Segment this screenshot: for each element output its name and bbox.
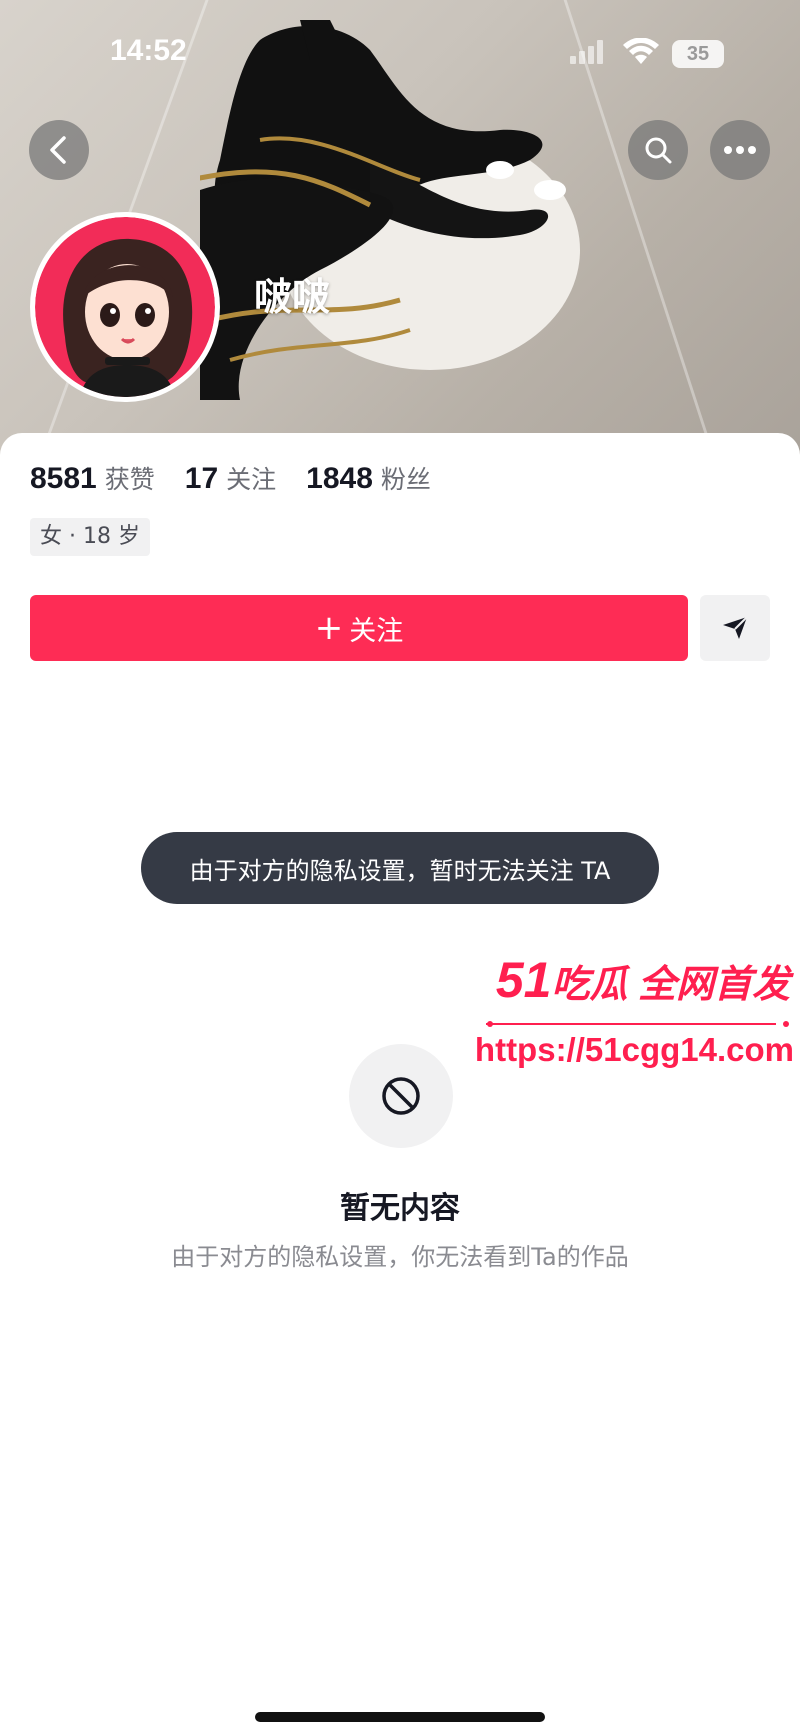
watermark: 51吃瓜 全网首发 https://51cgg14.com bbox=[475, 951, 800, 1091]
cover-image: 14:52 35 啵啵 bbox=[0, 0, 800, 470]
send-icon bbox=[723, 616, 748, 639]
profile-screen: 14:52 35 啵啵 8581 获赞 17 关注 1848 粉丝 女 · 18… bbox=[0, 0, 800, 1736]
follow-button[interactable]: + 关注 bbox=[30, 595, 688, 661]
avatar-illustration bbox=[35, 217, 215, 397]
empty-state-description: 由于对方的隐私设置，你无法看到Ta的作品 bbox=[171, 1243, 629, 1271]
more-dots-icon bbox=[724, 146, 756, 154]
avatar[interactable] bbox=[30, 212, 220, 402]
stat-following[interactable]: 17 关注 bbox=[185, 460, 276, 496]
plus-icon: + bbox=[314, 608, 344, 648]
wifi-icon bbox=[623, 38, 659, 64]
status-time: 14:52 bbox=[110, 34, 187, 67]
watermark-prefix: 51 bbox=[495, 952, 552, 1008]
stat-value: 1848 bbox=[306, 462, 373, 495]
watermark-title-text: 吃瓜 全网首发 bbox=[551, 964, 790, 1006]
chevron-left-icon bbox=[50, 136, 66, 164]
status-bar: 14:52 35 bbox=[0, 0, 800, 100]
prohibited-icon bbox=[382, 1077, 420, 1115]
home-indicator[interactable] bbox=[255, 1712, 545, 1722]
stat-label: 粉丝 bbox=[380, 465, 431, 494]
search-button[interactable] bbox=[628, 120, 688, 180]
stat-value: 17 bbox=[184, 462, 219, 495]
battery-indicator: 35 bbox=[672, 40, 724, 68]
more-button[interactable] bbox=[710, 120, 770, 180]
empty-state-icon-wrap bbox=[349, 1044, 453, 1148]
watermark-divider bbox=[486, 1021, 789, 1027]
stats-row: 8581 获赞 17 关注 1848 粉丝 bbox=[30, 460, 461, 496]
cellular-signal-icon bbox=[570, 40, 603, 64]
back-button[interactable] bbox=[29, 120, 89, 180]
stat-label: 获赞 bbox=[104, 465, 155, 494]
watermark-url: https://51cgg14.com bbox=[474, 1031, 794, 1068]
toast-message: 由于对方的隐私设置，暂时无法关注 TA bbox=[141, 832, 659, 904]
share-button[interactable] bbox=[700, 595, 770, 661]
follow-label: 关注 bbox=[349, 615, 404, 647]
profile-sheet: 8581 获赞 17 关注 1848 粉丝 女 · 18 岁 + 关注 由于对方… bbox=[0, 433, 800, 1736]
empty-state-title: 暂无内容 bbox=[340, 1191, 460, 1226]
search-icon bbox=[645, 137, 672, 164]
stat-label: 关注 bbox=[226, 465, 277, 494]
stat-likes[interactable]: 8581 获赞 bbox=[30, 460, 155, 496]
watermark-title: 51吃瓜 全网首发 bbox=[496, 951, 790, 1009]
stat-followers[interactable]: 1848 粉丝 bbox=[306, 460, 431, 496]
nickname: 啵啵 bbox=[254, 275, 331, 319]
stat-value: 8581 bbox=[30, 462, 97, 495]
gender-age-tag: 女 · 18 岁 bbox=[30, 518, 150, 556]
